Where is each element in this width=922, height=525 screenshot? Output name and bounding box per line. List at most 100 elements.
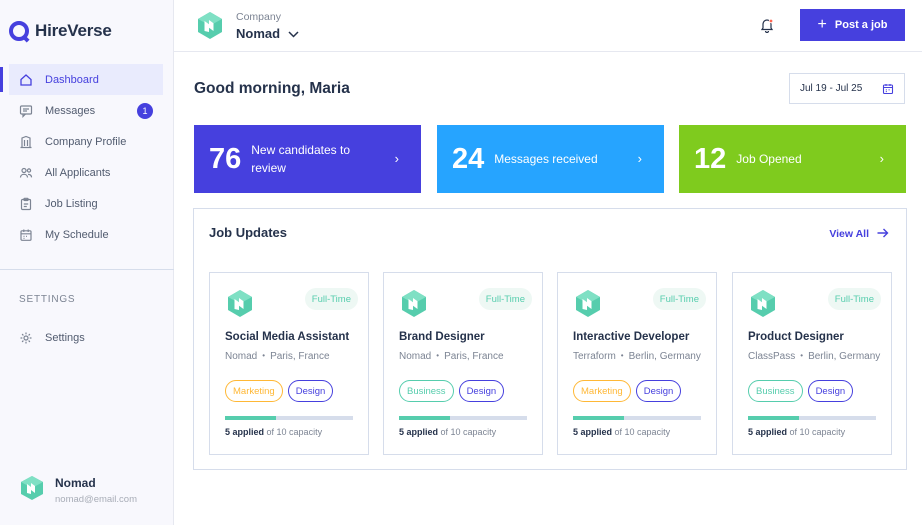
sidebar-item-label: All Applicants [45,166,111,179]
company-logo-icon [228,290,252,322]
job-title: Product Designer [748,331,844,343]
stat-label: Job Opened [736,152,802,166]
separator-dot: • [800,351,804,360]
job-company: Nomad [225,351,258,362]
job-location: Berlin, Germany [628,351,701,362]
capacity-text: 5 applied of 10 capacity [573,427,670,437]
sidebar-item-job-listing[interactable]: Job Listing [0,188,174,219]
sidebar-item-my-schedule[interactable]: My Schedule [0,219,174,250]
job-tag: Marketing [573,380,631,402]
sidebar: HireVerse Dashboard Messages 1 Company P… [0,0,174,525]
company-logo-icon [402,290,426,322]
building-icon [19,135,33,149]
messages-count-badge: 1 [137,103,153,119]
job-tags: Business Design [399,380,509,402]
capacity-progress-fill [748,416,800,420]
date-range-picker[interactable]: Jul 19 - Jul 25 [789,73,905,104]
job-type-badge: Full-Time [304,288,358,310]
company-logo-icon [198,12,222,44]
stat-card-jobs-opened[interactable]: 12 Job Opened › [679,125,906,193]
chat-icon [19,104,33,118]
job-tag: Design [807,380,854,402]
job-type-badge: Full-Time [478,288,532,310]
stat-label: Messages received [494,152,598,166]
capacity-progress-bar [748,416,876,420]
applied-count: 5 applied [225,427,265,437]
job-tags: Marketing Design [573,380,686,402]
capacity-label: of 10 capacity [266,427,323,437]
capacity-progress-bar [225,416,353,420]
stat-card-messages[interactable]: 24 Messages received › [437,125,664,193]
capacity-progress-fill [573,416,625,420]
avatar [21,476,43,505]
chevron-right-icon: › [637,151,642,166]
job-tag: Business [399,380,454,402]
sidebar-item-label: Job Listing [45,197,98,210]
job-tags: Business Design [748,380,858,402]
top-header: Company Nomad + Post a job [174,0,922,52]
job-company: ClassPass [748,351,796,362]
job-tag: Design [287,380,334,402]
chevron-right-icon: › [394,151,399,166]
company-logo-icon [751,290,775,322]
sidebar-nav: Dashboard Messages 1 Company Profile All… [0,64,174,250]
job-company: Nomad [399,351,432,362]
page-title: Good morning, Maria [194,80,350,97]
view-all-label: View All [829,227,869,240]
job-title: Brand Designer [399,331,485,343]
separator-dot: • [436,351,440,360]
capacity-text: 5 applied of 10 capacity [748,427,845,437]
capacity-progress-bar [573,416,701,420]
stat-card-new-candidates[interactable]: 76 New candidates to review › [194,125,421,193]
job-title: Social Media Assistant [225,331,350,343]
capacity-text: 5 applied of 10 capacity [225,427,322,437]
job-tag: Design [635,380,682,402]
view-all-link[interactable]: View All [829,226,889,241]
job-updates-title: Job Updates [209,225,288,240]
job-card[interactable]: Full-Time Social Media Assistant Nomad • P… [209,272,369,455]
post-job-label: Post a job [834,19,888,31]
home-icon [19,73,33,87]
job-type-badge: Full-Time [827,288,881,310]
company-selector[interactable]: Nomad [236,26,299,41]
separator-dot: • [262,351,266,360]
job-tags: Marketing Design [225,380,338,402]
user-profile[interactable]: Nomad nomad@email.com [21,476,137,505]
job-card[interactable]: Full-Time Product Designer ClassPass • Ber… [732,272,892,455]
sidebar-item-messages[interactable]: Messages 1 [0,95,174,126]
profile-email: nomad@email.com [55,494,137,505]
chevron-down-icon [288,26,299,41]
profile-name: Nomad [55,476,96,490]
sidebar-item-label: Messages [45,104,96,117]
job-company: Terraform [573,351,616,362]
stat-number: 12 [694,142,727,175]
applied-count: 5 applied [399,427,439,437]
sidebar-item-label: My Schedule [45,228,109,241]
job-card[interactable]: Full-Time Brand Designer Nomad • Paris, Fr… [383,272,543,455]
date-range-text: Jul 19 - Jul 25 [800,83,863,94]
capacity-label: of 10 capacity [614,427,671,437]
sidebar-item-dashboard[interactable]: Dashboard [0,64,174,95]
job-updates-panel: Job Updates View All Full-Time Social Me… [193,208,907,470]
job-location: Berlin, Germany [808,351,881,362]
job-tag: Design [458,380,505,402]
sidebar-item-company-profile[interactable]: Company Profile [0,126,174,157]
company-label: Company [236,11,281,23]
capacity-label: of 10 capacity [789,427,846,437]
notification-bell-icon[interactable] [759,17,775,34]
job-card[interactable]: Full-Time Interactive Developer Terrafor… [557,272,717,455]
company-name: Nomad [236,26,281,41]
plus-icon: + [817,16,827,33]
sidebar-item-all-applicants[interactable]: All Applicants [0,157,174,188]
capacity-text: 5 applied of 10 capacity [399,427,496,437]
chevron-right-icon: › [879,151,884,166]
calendar-icon [882,83,894,98]
sidebar-item-settings[interactable]: Settings [0,322,174,353]
brand[interactable]: HireVerse [9,21,112,41]
post-job-button[interactable]: + Post a job [800,9,905,41]
job-location: Paris, France [444,351,504,362]
brand-logo-icon [9,21,29,41]
job-meta: Nomad • Paris, France [399,351,542,362]
job-tag: Marketing [225,380,283,402]
applied-count: 5 applied [573,427,613,437]
